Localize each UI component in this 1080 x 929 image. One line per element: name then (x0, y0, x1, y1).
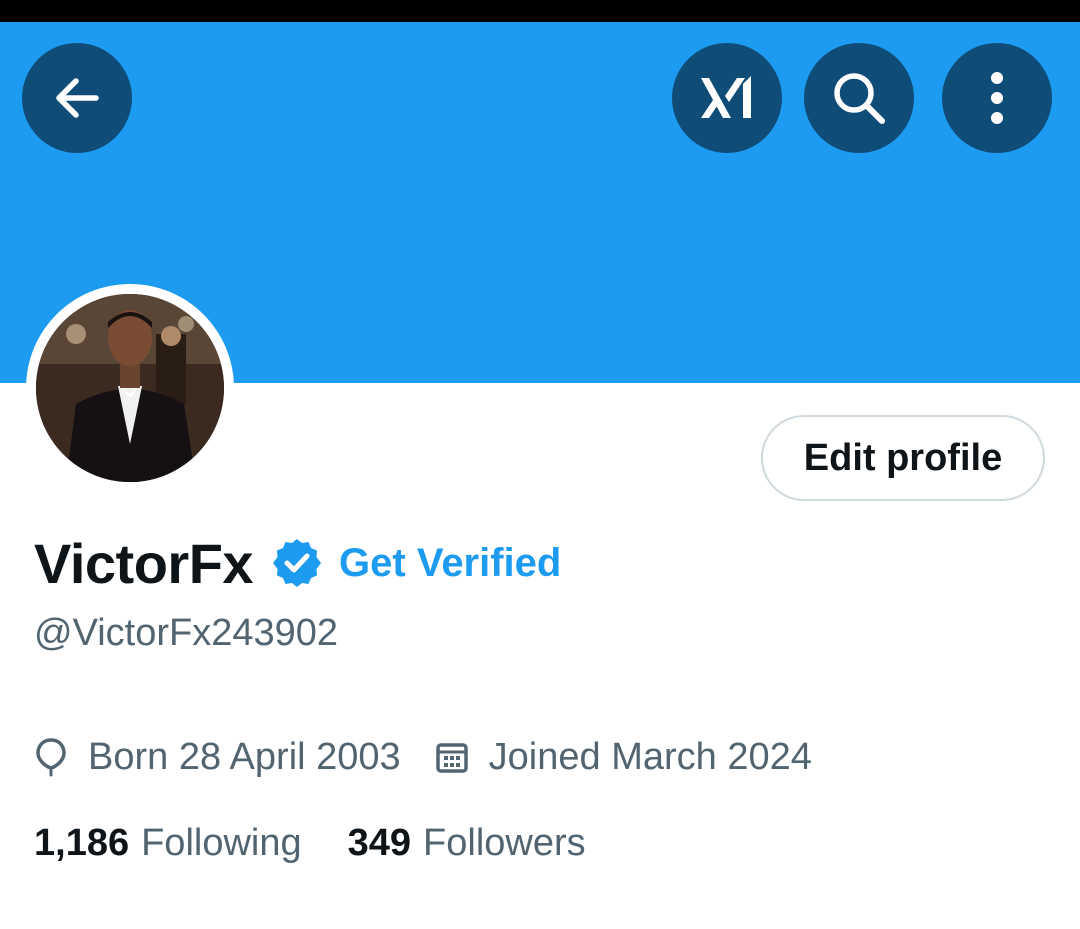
status-bar (0, 0, 1080, 22)
edit-profile-button[interactable]: Edit profile (761, 415, 1045, 501)
profile-handle: @VictorFx243902 (34, 612, 339, 654)
calendar-icon (435, 743, 468, 773)
name-row: VictorFx Get Verified (34, 528, 561, 598)
balloon-icon (36, 738, 66, 777)
display-name: VictorFx (34, 531, 254, 595)
following-stat[interactable]: 1,186 Following (34, 822, 302, 865)
back-button[interactable] (22, 43, 132, 153)
more-vertical-icon (991, 72, 1003, 124)
verified-badge-icon (273, 539, 322, 587)
search-icon (834, 73, 885, 124)
search-button[interactable] (804, 43, 914, 153)
avatar-frame (26, 284, 234, 492)
arrow-left-icon (56, 78, 99, 118)
follow-stats: 1,186 Following 349 Followers (34, 820, 586, 866)
grok-button[interactable] (672, 43, 782, 153)
more-options-button[interactable] (942, 43, 1052, 153)
birth-date: Born 28 April 2003 (34, 736, 401, 779)
profile-meta: Born 28 April 2003 Joined March 2024 (34, 734, 812, 780)
avatar-photo (36, 294, 224, 482)
following-count: 1,186 (34, 821, 130, 864)
followers-count: 349 (347, 821, 412, 864)
grok-icon (701, 76, 751, 118)
edit-profile-label: Edit profile (803, 436, 1003, 479)
avatar[interactable] (36, 294, 224, 482)
joined-date-text: Joined March 2024 (488, 735, 812, 778)
following-label: Following (141, 821, 302, 864)
followers-label: Followers (423, 821, 586, 864)
get-verified-link[interactable]: Get Verified (339, 541, 561, 586)
birth-date-text: Born 28 April 2003 (88, 735, 401, 778)
joined-date: Joined March 2024 (435, 736, 812, 779)
followers-stat[interactable]: 349 Followers (348, 822, 586, 865)
